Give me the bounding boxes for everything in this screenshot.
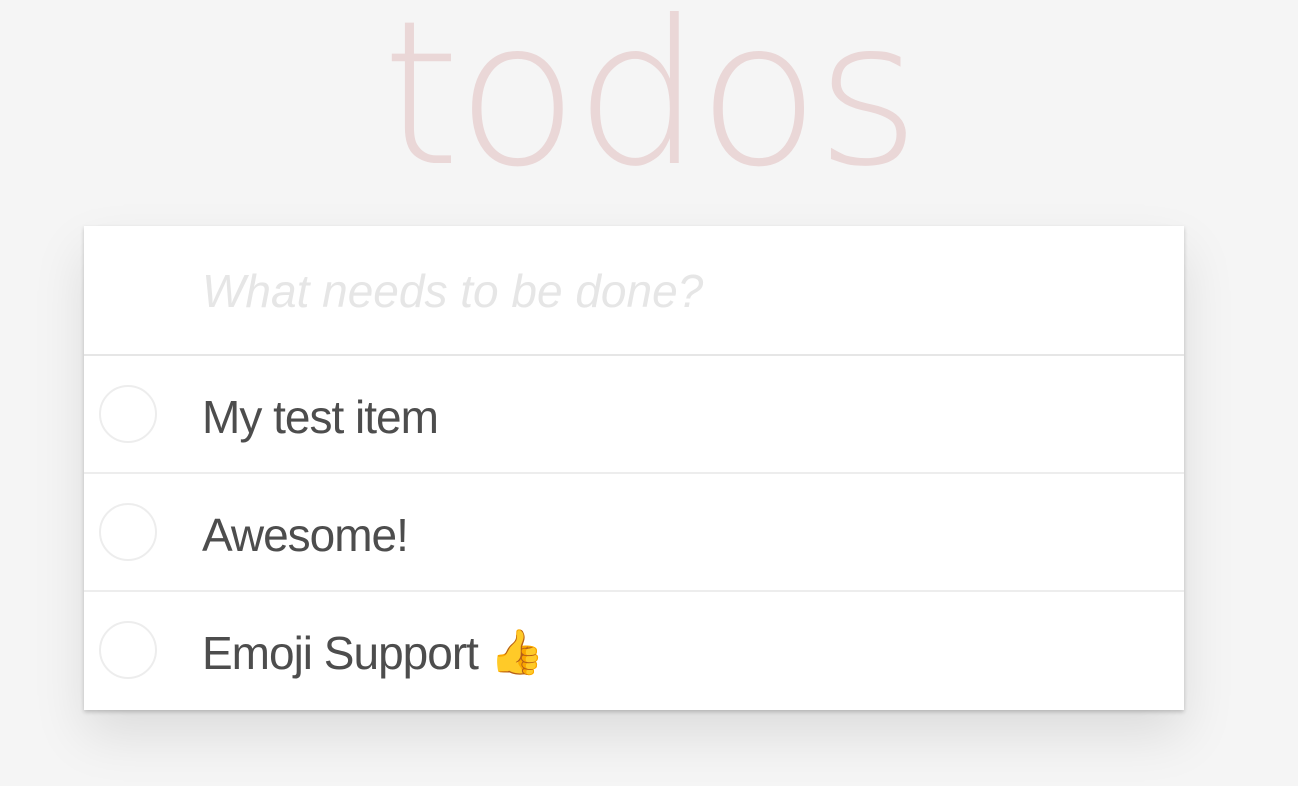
todo-label[interactable]: My test item	[202, 386, 439, 448]
thumbs-up-icon: 👍	[489, 628, 545, 677]
todo-toggle-checkbox[interactable]	[99, 385, 157, 443]
todo-list: My test item Awesome! Emoji Support 👍	[84, 356, 1184, 708]
todo-item[interactable]: Emoji Support 👍	[84, 592, 1184, 708]
todo-toggle-checkbox[interactable]	[99, 621, 157, 679]
new-todo-input[interactable]	[202, 256, 1152, 326]
todo-label: Emoji Support	[202, 627, 479, 679]
todo-label-container[interactable]: Emoji Support 👍	[202, 622, 544, 684]
todo-item[interactable]: My test item	[84, 356, 1184, 474]
todo-toggle-checkbox[interactable]	[99, 503, 157, 561]
app-title: todos	[381, 0, 920, 211]
todo-app: My test item Awesome! Emoji Support 👍	[84, 226, 1184, 710]
todo-label[interactable]: Awesome!	[202, 504, 409, 566]
page: todos My test item Awesome! Emoji Suppor…	[0, 0, 1298, 786]
todo-item[interactable]: Awesome!	[84, 474, 1184, 592]
new-todo-row	[84, 226, 1184, 356]
